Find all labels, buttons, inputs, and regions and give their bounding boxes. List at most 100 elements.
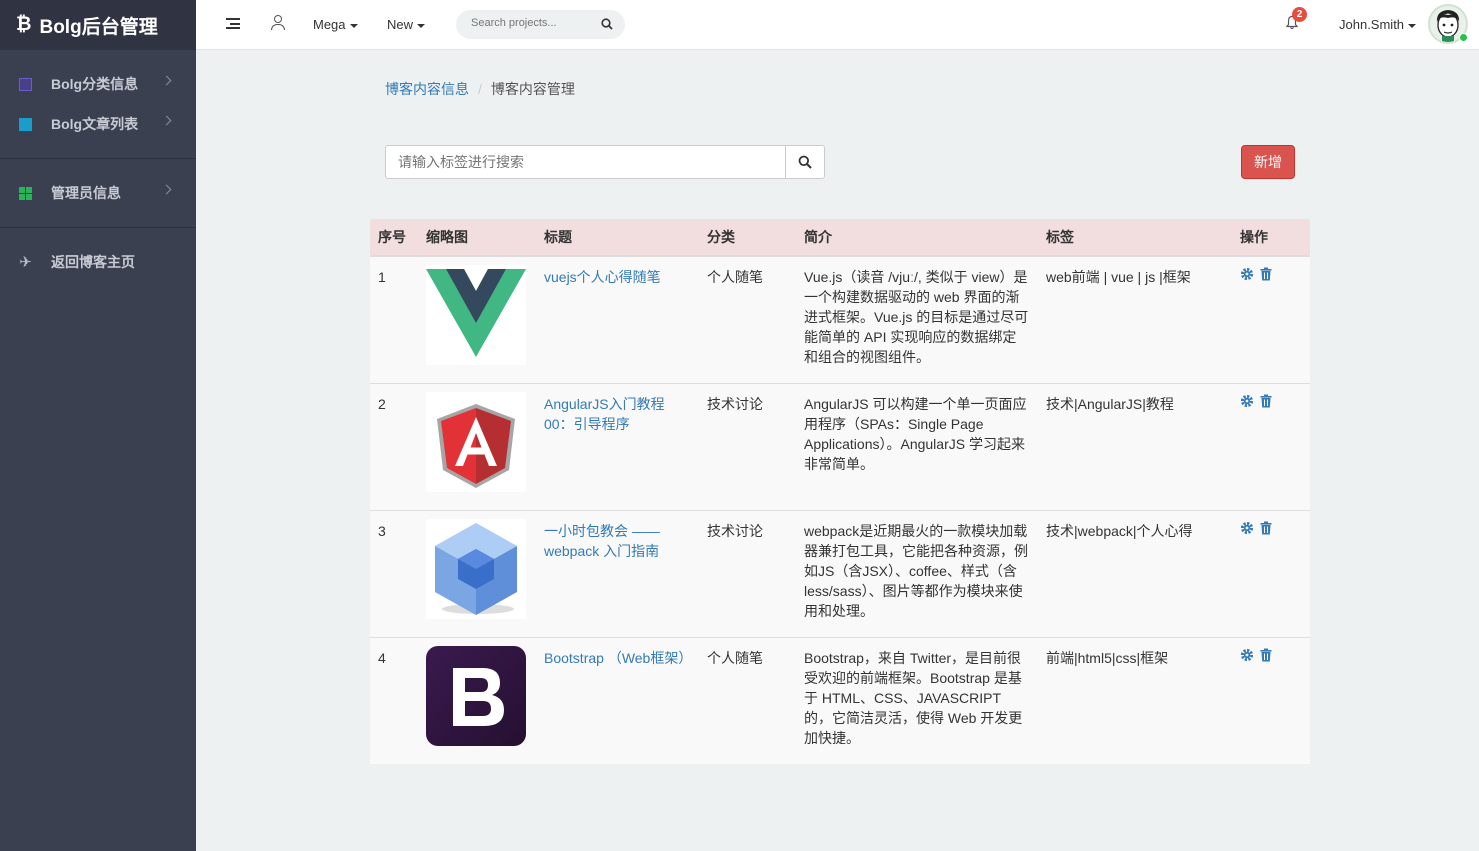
user-icon[interactable]: [271, 15, 285, 31]
cell-thumbnail: [418, 636, 536, 764]
vue-logo-thumbnail[interactable]: [426, 265, 526, 365]
cell-thumbnail: [418, 255, 536, 383]
username: John.Smith: [1339, 17, 1405, 32]
brand-title: Bolg后台管理: [39, 16, 158, 38]
sidebar-item-admin[interactable]: 管理员信息: [0, 173, 196, 213]
notification-badge: 2: [1292, 7, 1307, 22]
cell-actions: [1232, 636, 1310, 764]
cell-intro: webpack是近期最火的一款模块加载器兼打包工具，它能把各种资源，例如JS（含…: [796, 509, 1038, 637]
cell-thumbnail: [418, 382, 536, 510]
search-icon[interactable]: [601, 18, 613, 30]
bootstrap-logo-thumbnail[interactable]: [426, 645, 526, 746]
edit-gear-icon[interactable]: [1240, 394, 1254, 408]
breadcrumb-separator: /: [478, 81, 482, 97]
table-row: 3 一小时包教会 —— webpack 入门指南 技术讨论 webpack是近期…: [370, 509, 1310, 637]
table-row: 1 vuejs个人心得随笔 个人随笔 Vue.js（读音 /vjuː/, 类似于…: [370, 255, 1310, 383]
breadcrumb: 博客内容信息 / 博客内容管理: [385, 79, 575, 99]
cell-tags: 技术|AngularJS|教程: [1038, 382, 1232, 510]
article-title-link[interactable]: AngularJS入门教程00：引导程序: [544, 396, 665, 432]
column-header-category: 分类: [699, 219, 796, 257]
table-row: 2 AngularJS入门教程00：引导程序 技术讨论 AngularJS 可以…: [370, 382, 1310, 510]
edit-gear-icon[interactable]: [1240, 267, 1254, 281]
mega-menu-button[interactable]: Mega: [313, 17, 358, 32]
brand[interactable]: ₿ Bolg后台管理: [0, 0, 196, 50]
cell-title: Bootstrap （Web框架）: [536, 636, 699, 764]
delete-trash-icon[interactable]: [1259, 648, 1273, 662]
article-title-link[interactable]: 一小时包教会 —— webpack 入门指南: [544, 523, 660, 559]
list-icon: [19, 77, 32, 91]
breadcrumb-current: 博客内容管理: [490, 81, 575, 97]
cell-actions: [1232, 509, 1310, 637]
sidebar-item-label: 管理员信息: [51, 185, 121, 201]
cell-tags: web前端 | vue | js |框架: [1038, 255, 1232, 383]
cell-category: 技术讨论: [699, 382, 796, 510]
delete-trash-icon[interactable]: [1259, 521, 1273, 535]
cell-index: 4: [370, 636, 418, 764]
cell-intro: Bootstrap，来自 Twitter，是目前很受欢迎的前端框架。Bootst…: [796, 636, 1038, 764]
sidebar-item-home[interactable]: ✈ 返回博客主页: [0, 242, 196, 282]
add-button[interactable]: 新增: [1241, 145, 1295, 179]
top-header: Mega New 2 John.Smith: [196, 0, 1479, 50]
caret-down-icon: [349, 23, 358, 28]
table-header-row: 序号 缩略图 标题 分类 简介 标签 操作: [370, 219, 1310, 257]
new-menu-button[interactable]: New: [387, 17, 426, 32]
grid-icon: [19, 186, 32, 200]
user-menu[interactable]: John.Smith: [1339, 17, 1417, 32]
sidebar: ₿ Bolg后台管理 Bolg分类信息 Bolg文章列表 管理员信息 ✈ 返回博…: [0, 0, 196, 851]
cell-title: vuejs个人心得随笔: [536, 255, 699, 383]
article-title-link[interactable]: vuejs个人心得随笔: [544, 269, 661, 285]
menu-toggle-icon[interactable]: [226, 18, 240, 29]
cell-tags: 前端|html5|css|框架: [1038, 636, 1232, 764]
cell-title: 一小时包教会 —— webpack 入门指南: [536, 509, 699, 637]
edit-gear-icon[interactable]: [1240, 521, 1254, 535]
angular-logo-thumbnail[interactable]: [426, 391, 526, 492]
cell-thumbnail: [418, 509, 536, 637]
sidebar-item-label: Bolg分类信息: [51, 76, 139, 92]
column-header-intro: 简介: [796, 219, 1038, 257]
book-icon: [19, 117, 32, 131]
delete-trash-icon[interactable]: [1259, 267, 1273, 281]
bitcoin-icon: ₿: [16, 14, 32, 35]
chevron-right-icon: [161, 115, 172, 126]
webpack-logo-thumbnail[interactable]: [426, 518, 526, 619]
cell-category: 技术讨论: [699, 509, 796, 637]
nav-group-blog: Bolg分类信息 Bolg文章列表: [0, 50, 196, 159]
nav-group-home: ✈ 返回博客主页: [0, 228, 196, 296]
search-icon: [798, 155, 812, 169]
cell-tags: 技术|webpack|个人心得: [1038, 509, 1232, 637]
tag-search-input[interactable]: [386, 146, 766, 178]
cell-actions: [1232, 382, 1310, 510]
column-header-title: 标题: [536, 219, 699, 257]
table-row: 4 Bootstrap （Web框架） 个人随笔 Bootstrap，来自 Tw…: [370, 636, 1310, 764]
caret-down-icon: [417, 23, 426, 28]
sidebar-item-articles[interactable]: Bolg文章列表: [0, 104, 196, 144]
chevron-right-icon: [161, 75, 172, 86]
column-header-tags: 标签: [1038, 219, 1232, 257]
cell-category: 个人随笔: [699, 636, 796, 764]
column-header-index: 序号: [370, 219, 418, 257]
article-title-link[interactable]: Bootstrap （Web框架）: [544, 650, 692, 666]
sidebar-item-label: 返回博客主页: [51, 254, 135, 270]
online-status-dot: [1459, 33, 1468, 42]
tag-search-button[interactable]: [785, 145, 825, 179]
cell-index: 2: [370, 382, 418, 510]
edit-gear-icon[interactable]: [1240, 648, 1254, 662]
cell-index: 1: [370, 255, 418, 383]
blog-table: 序号 缩略图 标题 分类 简介 标签 操作 1 vuejs个人心得随笔 个人随笔…: [370, 219, 1310, 764]
chevron-right-icon: [161, 184, 172, 195]
cell-title: AngularJS入门教程00：引导程序: [536, 382, 699, 510]
column-header-thumbnail: 缩略图: [418, 219, 536, 257]
cell-index: 3: [370, 509, 418, 637]
delete-trash-icon[interactable]: [1259, 394, 1273, 408]
plane-icon: ✈: [19, 253, 32, 271]
mega-label: Mega: [313, 17, 346, 32]
cell-actions: [1232, 255, 1310, 383]
project-search-input[interactable]: [471, 17, 591, 29]
project-search: [456, 10, 625, 39]
cell-intro: Vue.js（读音 /vjuː/, 类似于 view）是一个构建数据驱动的 we…: [796, 255, 1038, 383]
breadcrumb-parent[interactable]: 博客内容信息: [385, 81, 469, 97]
caret-down-icon: [1408, 23, 1417, 28]
sidebar-item-categories[interactable]: Bolg分类信息: [0, 64, 196, 104]
column-header-actions: 操作: [1232, 219, 1310, 257]
sidebar-item-label: Bolg文章列表: [51, 116, 139, 132]
